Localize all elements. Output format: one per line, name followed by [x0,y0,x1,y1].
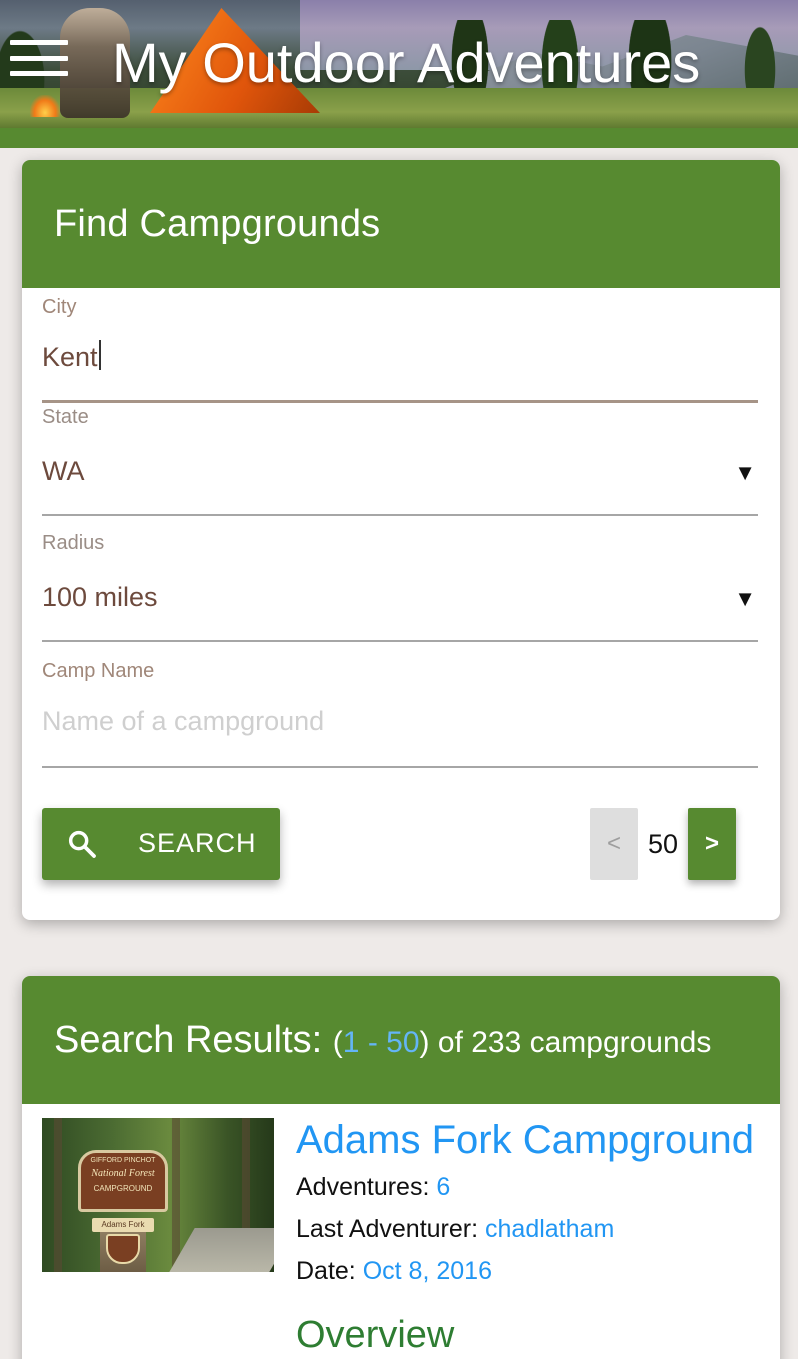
campground-name-link[interactable]: Adams Fork Campground [296,1118,758,1162]
search-results-card: Search Results: (1 - 50) of 233 campgrou… [22,976,780,1359]
overview-heading: Overview [296,1314,455,1356]
thumb-sign-line2: National Forest [91,1168,155,1179]
thumb-road [169,1228,274,1272]
camp-name-label: Camp Name [42,660,155,682]
find-campgrounds-card: Find Campgrounds City Kent State WA ▼ Ra… [22,160,780,920]
thumb-sign-line3: CAMPGROUND [93,1184,153,1193]
hamburger-line [10,55,68,61]
header-band [0,128,798,148]
adventures-row: Adventures: 6 [296,1166,758,1208]
thumb-plate-text: Adams Fork [101,1220,145,1229]
radius-label: Radius [42,532,105,554]
app-title: My Outdoor Adventures [112,31,701,94]
date-label: Date: [296,1257,356,1285]
results-heading: Search Results: [54,1018,323,1061]
camp-name-underline [42,766,758,768]
thumb-sign-line1: GIFFORD PINCHOT [90,1157,156,1164]
hamburger-menu-icon[interactable] [10,40,68,76]
pager-next-button[interactable]: > [688,808,736,880]
thumb-tree [54,1118,62,1272]
city-field[interactable]: City Kent [42,296,758,404]
results-count-text: ) of 233 campgrounds [419,1025,712,1059]
city-value: Kent [42,342,98,372]
radius-dropdown-arrow-icon[interactable]: ▼ [734,586,756,612]
date-row: Date: Oct 8, 2016 [296,1250,758,1292]
search-button[interactable]: SEARCH [42,808,280,880]
results-range-link[interactable]: 1 - 50 [343,1026,420,1059]
state-dropdown-arrow-icon[interactable]: ▼ [734,460,756,486]
search-results-title: Search Results: (1 - 50) of 233 campgrou… [54,1019,711,1062]
find-campgrounds-header: Find Campgrounds [22,160,780,288]
campground-thumbnail[interactable]: GIFFORD PINCHOT National Forest CAMPGROU… [42,1118,274,1272]
thumb-tree [172,1118,180,1272]
last-adventurer-row: Last Adventurer: chadlatham [296,1208,758,1250]
page-size-pager: < 50 > [590,808,736,880]
radius-underline [42,640,758,642]
state-label: State [42,406,89,428]
pager-count: 50 [647,828,679,859]
hamburger-line [10,71,68,76]
result-info: Adams Fork Campground Adventures: 6 Last… [296,1118,758,1356]
last-adventurer-label: Last Adventurer: [296,1215,479,1243]
camp-name-field[interactable]: Camp Name Name of a campground [42,660,758,770]
city-underline [42,400,758,403]
results-open-paren: ( [332,1025,343,1059]
radius-value: 100 miles [42,582,158,612]
camp-name-input[interactable]: Name of a campground [42,706,324,737]
city-label: City [42,296,77,318]
thumb-sign-plate: Adams Fork [92,1218,154,1232]
thumb-forest-sign: GIFFORD PINCHOT National Forest CAMPGROU… [78,1150,168,1212]
search-button-label: SEARCH [138,828,257,858]
search-results-header: Search Results: (1 - 50) of 233 campgrou… [22,976,780,1104]
state-value: WA [42,456,85,486]
last-adventurer-link[interactable]: chadlatham [485,1215,614,1243]
adventures-label: Adventures: [296,1173,430,1201]
radius-select[interactable]: Radius 100 miles ▼ [42,532,758,642]
pager-prev-button[interactable]: < [590,808,638,880]
adventures-count-link[interactable]: 6 [436,1173,450,1201]
find-campgrounds-title: Find Campgrounds [54,202,381,245]
app-header: My Outdoor Adventures [0,0,798,128]
text-cursor [98,340,101,370]
header-campfire [30,95,60,117]
forest-service-shield-icon [106,1234,140,1264]
city-input[interactable]: Kent [42,340,101,373]
state-select[interactable]: State WA ▼ [42,406,758,516]
state-underline [42,514,758,516]
search-icon [68,830,96,858]
hamburger-line [10,40,68,45]
date-link[interactable]: Oct 8, 2016 [363,1257,492,1285]
